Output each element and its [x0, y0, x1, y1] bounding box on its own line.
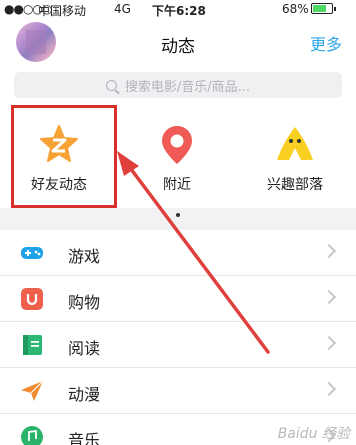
annotation-arrow: [117, 151, 270, 354]
watermark: Baidu 经验: [277, 426, 350, 442]
